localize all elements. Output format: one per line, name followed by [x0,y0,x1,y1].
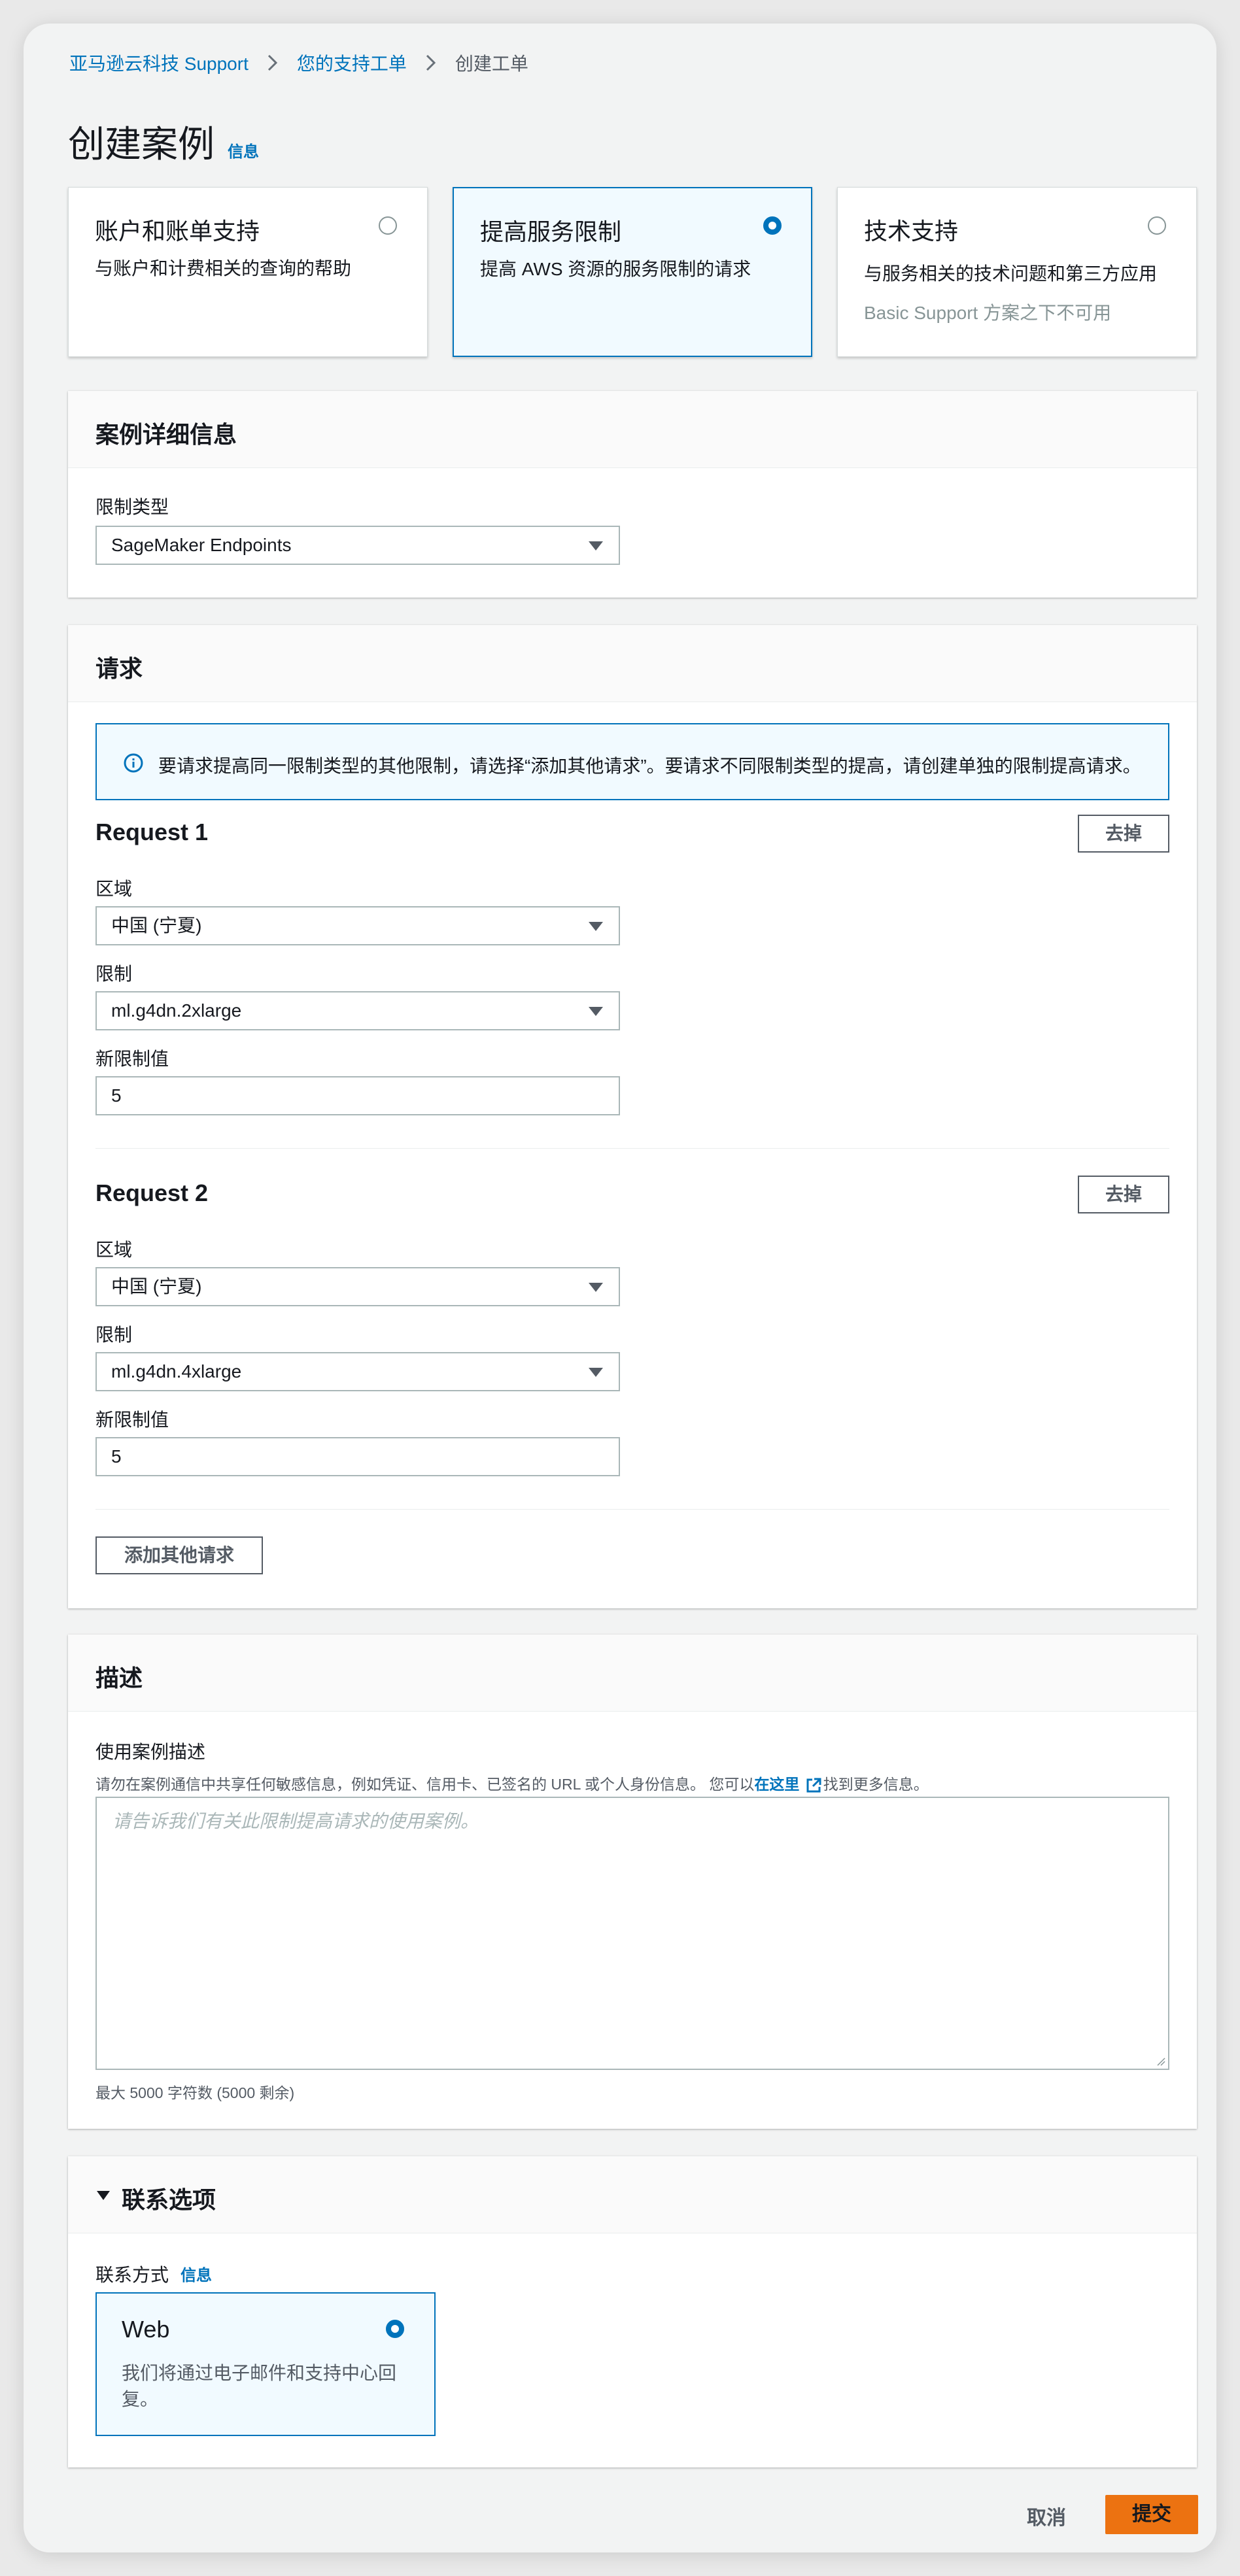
use-case-description-textarea[interactable]: 请告诉我们有关此限制提高请求的使用案例。 [95,1797,1169,2070]
contact-info-link[interactable]: 信息 [181,2262,212,2285]
hint-text-after: 找到更多信息。 [823,1776,929,1793]
contact-options-container: 联系选项 联系方式 信息 Web 我们将通过电子邮件和支持中心回 复。 [68,2156,1197,2467]
description-hint: 请勿在案例通信中共享任何敏感信息，例如凭证、信用卡、已签名的 URL 或个人身份… [95,1772,929,1794]
hint-link[interactable]: 在这里 [754,1776,799,1793]
chevron-right-icon [249,54,297,72]
container-header: 案例详细信息 [68,391,1197,468]
caret-down-icon [589,1283,603,1292]
contact-option-web[interactable]: Web 我们将通过电子邮件和支持中心回 复。 [95,2292,436,2436]
contact-option-desc-line2: 复。 [122,2389,159,2409]
use-case-description-label: 使用案例描述 [95,1742,206,1762]
limit-type-value: SageMaker Endpoints [111,535,292,555]
tile-title: 账户和账单支持 [95,218,260,245]
container-header: 描述 [68,1635,1197,1712]
case-details-container: 案例详细信息 限制类型 SageMaker Endpoints [68,391,1197,598]
request-2-new-limit-input[interactable]: 5 [95,1437,620,1476]
external-link-icon[interactable] [805,1777,822,1794]
new-limit-value-label: 新限制值 [95,1049,169,1069]
breadcrumb-link-cases[interactable]: 您的支持工单 [297,50,407,76]
info-circle-icon [124,753,143,773]
limit-type-select[interactable]: SageMaker Endpoints [95,526,620,565]
request-2-region-select[interactable]: 中国 (宁夏) [95,1267,620,1306]
case-type-tile-technical[interactable]: 技术支持 与服务相关的技术问题和第三方应用 Basic Support 方案之下… [837,187,1197,357]
request-1-region-select[interactable]: 中国 (宁夏) [95,906,620,945]
info-alert: 要请求提高同一限制类型的其他限制，请选择“添加其他请求”。要请求不同限制类型的提… [95,723,1169,800]
new-limit-value-label: 新限制值 [95,1410,169,1430]
remove-request-1-button[interactable]: 去掉 [1078,815,1169,853]
request-1-new-limit-input[interactable]: 5 [95,1076,620,1115]
caret-down-icon [97,2191,110,2200]
request-divider [95,1148,1169,1149]
limit-label: 限制 [95,964,133,984]
tile-title: 提高服务限制 [480,218,622,245]
tile-description: 与账户和计费相关的查询的帮助 [95,258,352,279]
region-label: 区域 [95,879,133,899]
breadcrumb-current: 创建工单 [455,54,528,74]
limit-label: 限制 [95,1325,133,1345]
tile-description: 与服务相关的技术问题和第三方应用 [864,263,1158,284]
page-info-link[interactable]: 信息 [228,139,259,161]
limit-value: ml.g4dn.2xlarge [111,1000,242,1021]
caret-down-icon [589,1007,603,1016]
case-type-tile-service-limit[interactable]: 提高服务限制 提高 AWS 资源的服务限制的请求 [453,187,812,357]
contact-options-toggle[interactable]: 联系选项 [68,2156,1197,2233]
container-title: 描述 [95,1665,143,1691]
tile-title: 技术支持 [864,218,959,245]
contact-option-title: Web [122,2316,170,2343]
request-2-title: Request 2 [95,1179,209,1206]
container-title: 案例详细信息 [95,421,237,448]
info-alert-text: 要请求提高同一限制类型的其他限制，请选择“添加其他请求”。要请求不同限制类型的提… [158,756,1141,776]
container-header: 请求 [68,625,1197,702]
resize-handle-icon[interactable] [1155,2056,1165,2066]
limit-value: ml.g4dn.4xlarge [111,1361,242,1381]
radio-button-selected[interactable] [386,2320,404,2338]
case-type-tile-account-billing[interactable]: 账户和账单支持 与账户和计费相关的查询的帮助 [68,187,428,357]
description-container: 描述 使用案例描述 请勿在案例通信中共享任何敏感信息，例如凭证、信用卡、已签名的… [68,1635,1197,2129]
radio-button-selected[interactable] [763,216,782,235]
hint-text: 请勿在案例通信中共享任何敏感信息，例如凭证、信用卡、已签名的 URL 或个人身份… [95,1776,755,1793]
page-title: 创建案例 [68,124,215,165]
request-divider [95,1509,1169,1510]
radio-button[interactable] [1148,216,1166,235]
tile-note: Basic Support 方案之下不可用 [864,303,1112,323]
region-label: 区域 [95,1240,133,1260]
caret-down-icon [589,922,603,931]
container-title: 联系选项 [122,2186,216,2213]
limit-type-label: 限制类型 [95,497,169,517]
submit-button[interactable]: 提交 [1105,2495,1198,2534]
caret-down-icon [589,1368,603,1377]
contact-method-label: 联系方式 [95,2265,169,2285]
add-request-button[interactable]: 添加其他请求 [95,1536,263,1574]
tile-description: 提高 AWS 资源的服务限制的请求 [480,259,751,279]
container-title: 请求 [95,655,143,682]
remove-request-2-button[interactable]: 去掉 [1078,1176,1169,1213]
contact-option-desc-line1: 我们将通过电子邮件和支持中心回 [122,2363,397,2383]
breadcrumb: 亚马逊云科技 Support 您的支持工单 创建工单 [69,50,528,76]
request-1-title: Request 1 [95,819,209,845]
character-count: 最大 5000 字符数 (5000 剩余) [95,2084,295,2101]
region-value: 中国 (宁夏) [111,915,202,936]
request-2-limit-select[interactable]: ml.g4dn.4xlarge [95,1352,620,1391]
requests-container: 请求 要请求提高同一限制类型的其他限制，请选择“添加其他请求”。要请求不同限制类… [68,625,1197,1608]
caret-down-icon [589,541,603,551]
request-1-limit-select[interactable]: ml.g4dn.2xlarge [95,991,620,1030]
region-value: 中国 (宁夏) [111,1276,202,1296]
cancel-button[interactable]: 取消 [1027,2501,1066,2530]
radio-button[interactable] [379,216,397,235]
breadcrumb-link-support[interactable]: 亚马逊云科技 Support [69,50,249,76]
textarea-placeholder: 请告诉我们有关此限制提高请求的使用案例。 [112,1811,479,1831]
chevron-right-icon [407,54,455,72]
